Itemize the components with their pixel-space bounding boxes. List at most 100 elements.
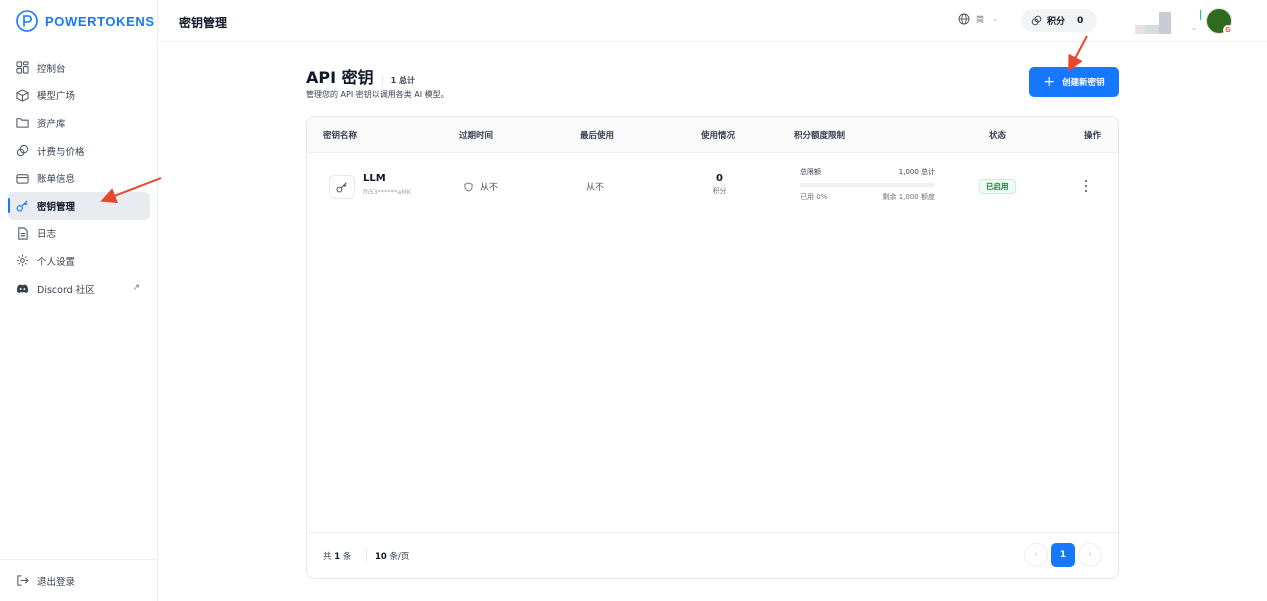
dot (1084, 180, 1088, 183)
sidebar-item-label: 资产库 (37, 118, 66, 130)
points-value: 0 (1077, 15, 1084, 26)
sidebar-item-label: 控制台 (37, 63, 66, 75)
page-subtitle: 管理您的 API 密钥以调用各类 AI 模型。 (306, 90, 449, 99)
column-header: 状态 (989, 131, 1007, 141)
table-row[interactable]: LLM fh53******aMK 从不 从不 0 积分 总限额 1,000 总… (307, 153, 1118, 217)
coins-icon (1031, 15, 1042, 26)
top-header: 密钥管理 简 ⌄ 积分 0 ⌄ G (159, 0, 1267, 42)
logout-button[interactable]: 退出登录 (0, 559, 158, 601)
column-header: 积分额度限制 (794, 131, 846, 141)
column-header: 使用情况 (701, 131, 736, 141)
document-icon (18, 227, 28, 240)
expire-cell: 从不 (464, 180, 498, 193)
sidebar-item-billing[interactable]: 账单信息 (8, 164, 150, 192)
card-icon (16, 173, 29, 184)
logout-label: 退出登录 (37, 576, 76, 588)
quota-progress-bar (800, 183, 935, 187)
quota-total-value: 1,000 总计 (898, 168, 935, 176)
sidebar-item-dashboard[interactable]: 控制台 (8, 54, 150, 82)
language-switcher[interactable]: 简 ⌄ (958, 13, 998, 25)
plus-icon: + (1043, 74, 1056, 90)
dot (1084, 189, 1088, 192)
page-button-current[interactable]: 1 (1051, 543, 1075, 567)
next-page-button[interactable]: › (1078, 543, 1102, 567)
total-count: 共 1 条 (323, 550, 351, 562)
user-name-redacted (1135, 12, 1175, 34)
sidebar-item-pricing[interactable]: 计费与价格 (8, 137, 150, 165)
sidebar-item-models[interactable]: 模型广场 (8, 82, 150, 110)
dot (1084, 184, 1088, 188)
page-size-selector[interactable]: 10 条/页 (375, 550, 409, 562)
total-number: 1 (334, 552, 341, 562)
sidebar-item-label: 计费与价格 (37, 146, 85, 158)
usage-value: 0 (716, 173, 723, 184)
logout-icon (17, 575, 29, 586)
dashboard-icon (16, 61, 29, 74)
pagination: ‹ 1 › (1021, 543, 1102, 567)
key-icon (329, 175, 355, 199)
sidebar-item-label: Discord 社区 (37, 284, 95, 296)
sidebar-item-label: 密钥管理 (37, 201, 76, 213)
sidebar-nav: 控制台 模型广场 资产库 计费与价格 账单信息 密钥管理 日志 个人设置 Dis… (8, 54, 150, 302)
sidebar-item-label: 日志 (37, 229, 57, 241)
key-name: LLM (363, 173, 386, 184)
create-key-label: 创建新密钥 (1062, 78, 1105, 88)
api-keys-table: 密钥名称 过期时间 最后使用 使用情况 积分额度限制 状态 操作 LLM fh5… (306, 116, 1119, 579)
status-badge: 已启用 (979, 179, 1016, 194)
key-icon (16, 200, 28, 212)
table-footer: 共 1 条 10 条/页 ‹ 1 › (307, 532, 1118, 578)
expire-value: 从不 (480, 183, 499, 193)
sidebar: POWERTOKENS 控制台 模型广场 资产库 计费与价格 账单信息 密钥管理 (0, 0, 158, 601)
logo-icon (16, 10, 38, 32)
total-prefix: 共 (323, 552, 332, 562)
cube-icon (16, 89, 29, 102)
usage-unit: 积分 (712, 187, 727, 195)
more-actions-button[interactable] (1080, 179, 1092, 193)
usage-cell: 0 积分 (687, 173, 752, 196)
column-header: 操作 (1084, 131, 1102, 141)
language-code: 简 (976, 14, 984, 24)
page-size-value: 10 (375, 552, 387, 562)
table-header: 密钥名称 过期时间 最后使用 使用情况 积分额度限制 状态 操作 (307, 117, 1118, 153)
last-used-value: 从不 (586, 183, 605, 193)
folder-icon (16, 118, 29, 129)
sidebar-item-logs[interactable]: 日志 (8, 220, 150, 248)
shield-icon (464, 181, 473, 192)
chevron-down-icon[interactable]: ⌄ (1191, 24, 1197, 32)
brand-name: POWERTOKENS (45, 13, 155, 29)
prev-page-button[interactable]: ‹ (1024, 543, 1048, 567)
quota-remaining-label: 剩余 1,000 额度 (882, 193, 936, 201)
avatar[interactable]: G (1206, 8, 1233, 35)
page-header-title: 密钥管理 (179, 16, 228, 30)
discord-icon (16, 284, 29, 294)
online-indicator (1200, 10, 1201, 20)
create-key-button[interactable]: + 创建新密钥 (1029, 67, 1119, 97)
column-header: 过期时间 (459, 131, 494, 141)
masked-key[interactable]: fh53******aMK (363, 188, 411, 196)
quota-total-label: 总限额 (800, 168, 821, 176)
page-size-suffix: 条/页 (389, 552, 410, 562)
sidebar-item-label: 模型广场 (37, 91, 76, 103)
sidebar-item-keys[interactable]: 密钥管理 (8, 191, 150, 220)
total-suffix: 条 (342, 552, 352, 562)
points-badge[interactable]: 积分 0 (1021, 9, 1097, 32)
google-icon: G (1223, 25, 1233, 35)
external-link-icon: ↗ (132, 282, 140, 293)
sidebar-item-label: 账单信息 (37, 174, 76, 186)
chevron-down-icon: ⌄ (992, 15, 998, 23)
column-header: 最后使用 (580, 131, 615, 141)
sidebar-item-discord[interactable]: Discord 社区 ↗ (8, 275, 150, 303)
page-title: API 密钥 1 总计 (306, 64, 415, 88)
globe-icon (958, 13, 970, 25)
gear-icon (16, 255, 29, 267)
sidebar-item-label: 个人设置 (37, 256, 76, 268)
coins-icon (16, 144, 29, 157)
sidebar-item-assets[interactable]: 资产库 (8, 109, 150, 137)
quota-cell: 总限额 1,000 总计 已用 0% 剩余 1,000 额度 (800, 167, 935, 202)
sidebar-item-settings[interactable]: 个人设置 (8, 247, 150, 275)
divider (366, 549, 367, 561)
column-header: 密钥名称 (323, 131, 358, 141)
quota-used-label: 已用 0% (800, 193, 828, 201)
points-label: 积分 (1047, 17, 1066, 27)
brand-logo[interactable]: POWERTOKENS (16, 9, 155, 33)
